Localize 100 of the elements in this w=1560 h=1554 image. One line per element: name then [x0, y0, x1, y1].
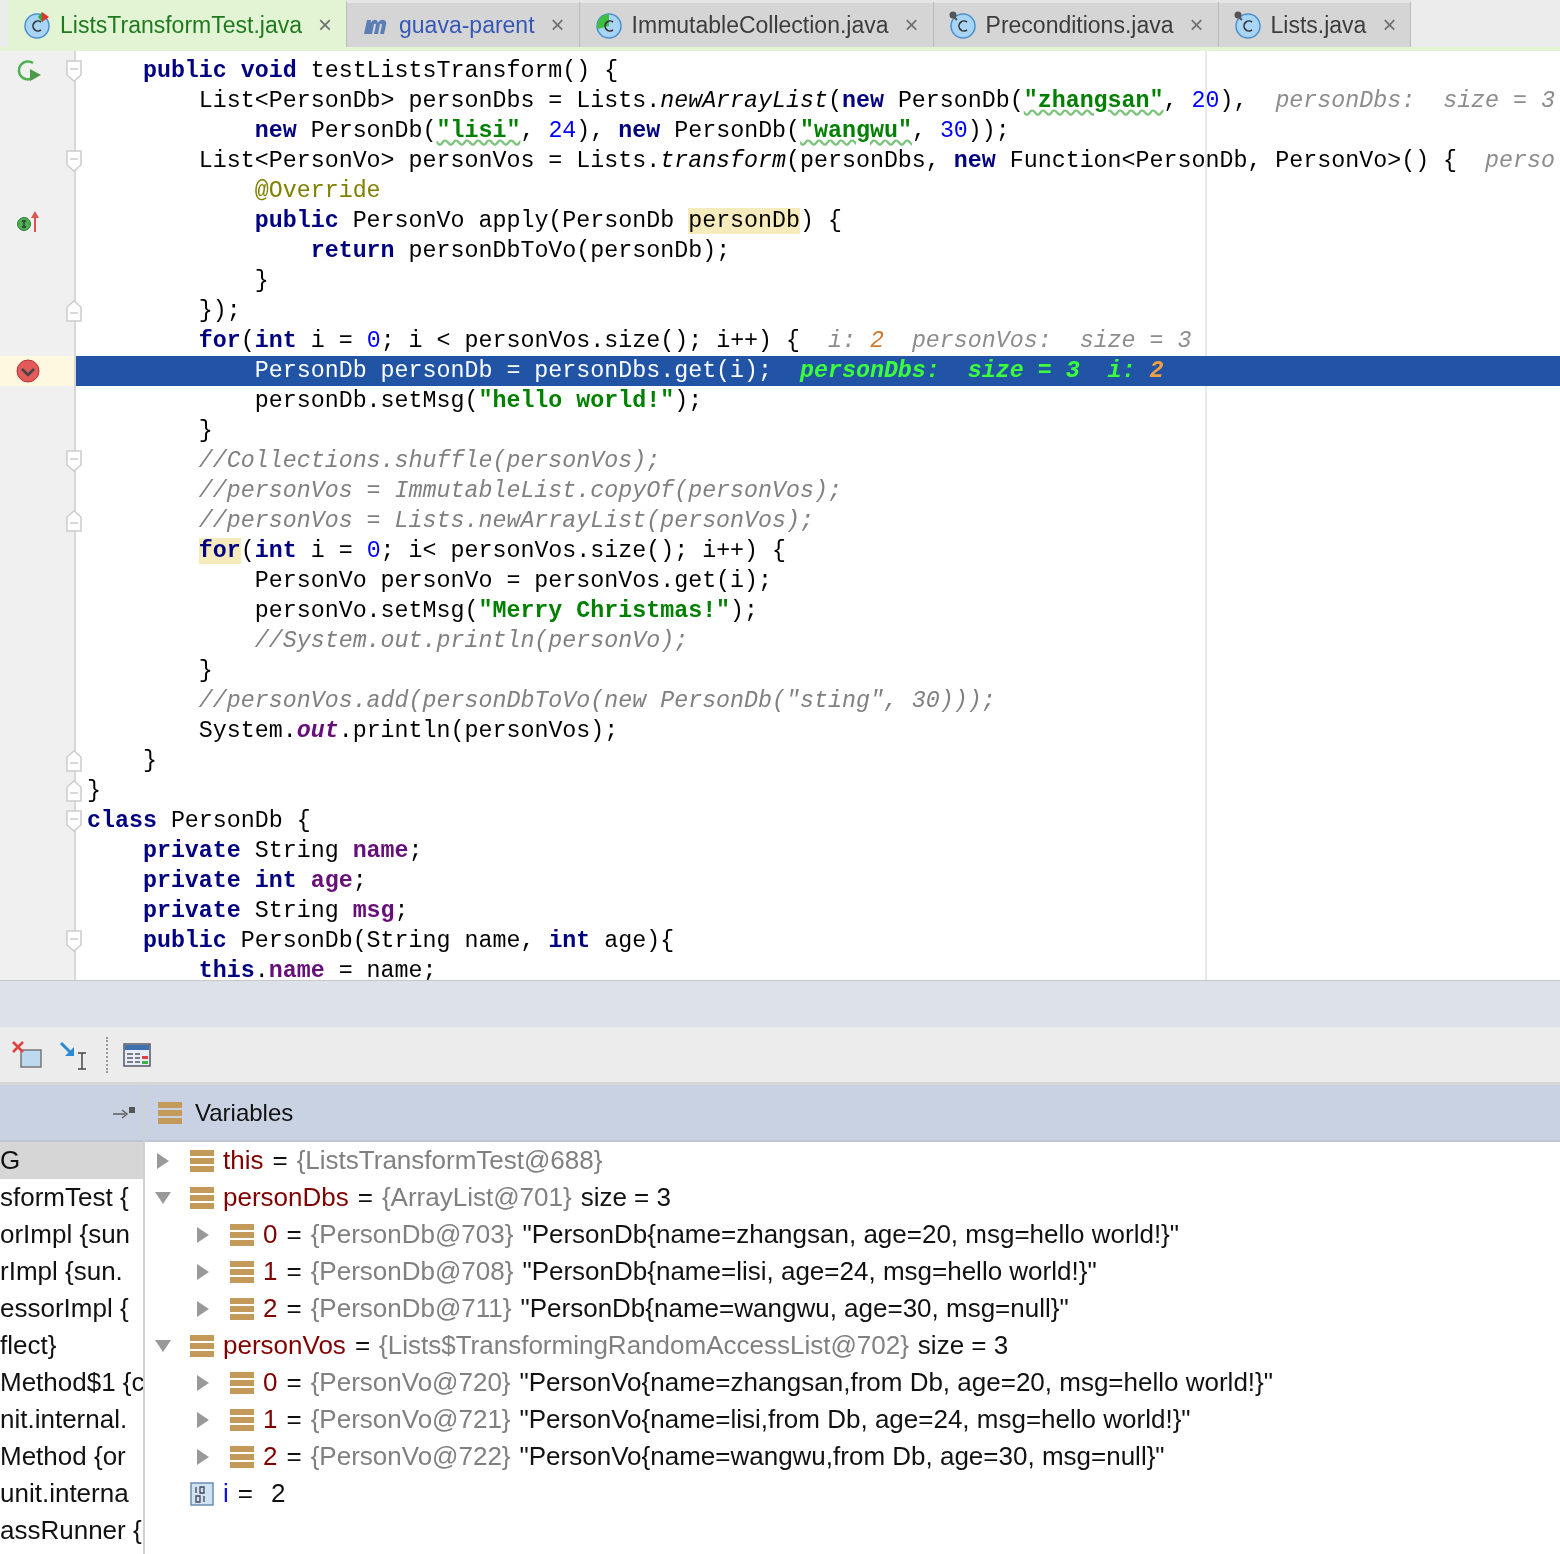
equals-sign: =	[286, 1404, 302, 1435]
stack-frame[interactable]: unit.interna	[0, 1475, 143, 1512]
code-line: private int age;	[141, 867, 368, 896]
variable-name: 2	[263, 1293, 278, 1324]
code-line: for(int i = 0; i < personVos.size(); i++) { i: 2 personVos: size = 3	[197, 327, 1193, 356]
code-line: //System.out.println(personVo);	[253, 627, 690, 656]
code-line: public void testListsTransform() {	[141, 57, 620, 86]
variable-name: personVos	[223, 1330, 346, 1361]
stack-bars-icon	[189, 1147, 215, 1174]
variable-value: "PersonVo{name=wangwu,from Db, age=30, msg=null}"	[519, 1441, 1165, 1472]
stack-frame[interactable]: sformTest {	[0, 1179, 143, 1216]
code-line: for(int i = 0; i< personVos.size(); i++) {	[197, 537, 788, 566]
code-line: }	[141, 747, 158, 776]
stack-frame[interactable]: Method {or	[0, 1438, 143, 1475]
stack-frame[interactable]: G	[0, 1142, 143, 1179]
variable-value: "PersonVo{name=zhangsan,from Db, age=20, msg=hello world!}"	[519, 1367, 1273, 1398]
variable-name: i	[223, 1478, 229, 1509]
file-tab[interactable]: ListsTransformTest.java ×	[8, 0, 347, 47]
equals-sign: =	[286, 1367, 302, 1398]
code-line: }	[197, 657, 214, 686]
code-line: @Override	[253, 177, 382, 206]
stack-frame[interactable]: orImpl {sun	[0, 1216, 143, 1253]
stack-frame[interactable]: assRunner {	[0, 1512, 143, 1549]
code-line: List<PersonVo> personVos = Lists.transform(personDbs, new Function<PersonDb, PersonVo>() { perso	[197, 147, 1556, 176]
code-line: new PersonDb("lisi", 24), new PersonDb("wangwu", 30));	[253, 117, 1011, 146]
equals-sign: =	[272, 1145, 288, 1176]
variable-value: "PersonDb{name=wangwu, age=30, msg=null}"	[520, 1293, 1069, 1324]
stack-bars-icon	[189, 1184, 215, 1211]
variable-name: 1	[263, 1256, 278, 1287]
variable-value: size = 3	[580, 1182, 671, 1213]
code-line: //personVos = ImmutableList.copyOf(personVos);	[197, 477, 843, 506]
code-line: private String msg;	[141, 897, 410, 926]
panel-title: Variables	[195, 1098, 294, 1127]
stack-bars-icon	[229, 1221, 255, 1248]
equals-sign: =	[357, 1182, 373, 1213]
code-line: }	[253, 267, 270, 296]
code-line: }	[86, 777, 102, 806]
rerun-icon[interactable]	[15, 58, 43, 84]
fold-marker-icon[interactable]	[65, 778, 83, 804]
breakpoint-check-icon[interactable]	[15, 358, 43, 384]
object-reference: {PersonVo@722}	[310, 1441, 511, 1472]
stack-frame[interactable]: essorImpl {	[0, 1290, 143, 1327]
object-reference: {PersonDb@711}	[310, 1293, 512, 1324]
fold-marker-icon[interactable]	[65, 58, 83, 84]
variable-value: 2	[270, 1478, 286, 1509]
code-line: //personVos.add(personDbToVo(new PersonDb("sting", 30)));	[197, 687, 997, 716]
object-reference: {PersonDb@708}	[310, 1256, 514, 1287]
code-line: public PersonVo apply(PersonDb personDb) {	[253, 207, 843, 236]
fold-marker-icon[interactable]	[65, 928, 83, 954]
object-reference: {ArrayList@701}	[381, 1182, 572, 1213]
code-line: personVo.setMsg("Merry Christmas!");	[253, 597, 760, 626]
table-icon[interactable]	[122, 1040, 152, 1069]
fold-marker-icon[interactable]	[65, 508, 83, 534]
variable-name: 0	[263, 1367, 278, 1398]
stack-bars-icon	[229, 1443, 255, 1470]
stack-bars-icon	[229, 1406, 255, 1433]
fold-marker-icon[interactable]	[65, 748, 83, 774]
code-line: });	[197, 297, 242, 326]
stack-frame[interactable]: nit.internal.	[0, 1401, 143, 1438]
cross-window-icon[interactable]	[10, 1038, 44, 1071]
equals-sign: =	[237, 1478, 253, 1509]
fold-marker-icon[interactable]	[65, 808, 83, 834]
file-tab[interactable]: Lists.java ×	[1218, 0, 1412, 47]
code-line: System.out.println(personVos);	[197, 717, 620, 746]
code-line: }	[197, 417, 214, 446]
stack-frame[interactable]: flect}	[0, 1327, 143, 1364]
stack-bars-icon	[157, 1099, 183, 1126]
file-tab[interactable]: ImmutableCollection.java ×	[579, 0, 934, 47]
variable-value: "PersonDb{name=zhangsan, age=20, msg=hello world!}"	[522, 1219, 1180, 1250]
code-line: PersonVo personVo = personVos.get(i);	[253, 567, 774, 596]
code-line: public PersonDb(String name, int age){	[141, 927, 676, 956]
variable-value: "PersonDb{name=lisi, age=24, msg=hello world!}"	[522, 1256, 1097, 1287]
stack-frame[interactable]: rImpl {sun.	[0, 1253, 143, 1290]
equals-sign: =	[286, 1293, 302, 1324]
stack-frame[interactable]: Method$1 {c	[0, 1364, 143, 1401]
code-line: personDb.setMsg("hello world!");	[253, 387, 704, 416]
code-line: List<PersonDb> personDbs = Lists.newArrayList(new PersonDb("zhangsan", 20), personDbs: size = 3	[197, 87, 1556, 116]
file-tab[interactable]: guava-parent ×	[347, 0, 580, 47]
variable-value: size = 3	[917, 1330, 1009, 1361]
object-reference: {ListsTransformTest@688}	[296, 1145, 603, 1176]
stack-bars-icon	[229, 1369, 255, 1396]
fold-marker-icon[interactable]	[65, 298, 83, 324]
code-line: //personVos = Lists.newArrayList(personVos);	[197, 507, 815, 536]
code-line: class PersonDb {	[86, 807, 312, 836]
binary-value-icon	[189, 1480, 215, 1507]
code-line: //Collections.shuffle(personVos);	[197, 447, 662, 476]
object-reference: {PersonVo@721}	[310, 1404, 511, 1435]
file-tab[interactable]: Preconditions.java ×	[933, 0, 1219, 47]
equals-sign: =	[354, 1330, 371, 1361]
variable-name: 1	[263, 1404, 278, 1435]
variable-name: this	[223, 1145, 264, 1176]
stack-bars-icon	[189, 1332, 215, 1359]
variable-value: "PersonVo{name=lisi,from Db, age=24, msg=hello world!}"	[519, 1404, 1191, 1435]
fold-marker-icon[interactable]	[65, 448, 83, 474]
fold-marker-icon[interactable]	[65, 148, 83, 174]
equals-sign: =	[286, 1219, 302, 1250]
code-line: return personDbToVo(personDb);	[309, 237, 732, 266]
equals-sign: =	[286, 1256, 302, 1287]
close-button[interactable]: ×	[318, 11, 332, 39]
object-reference: {Lists$TransformingRandomAccessList@702}	[379, 1330, 909, 1361]
